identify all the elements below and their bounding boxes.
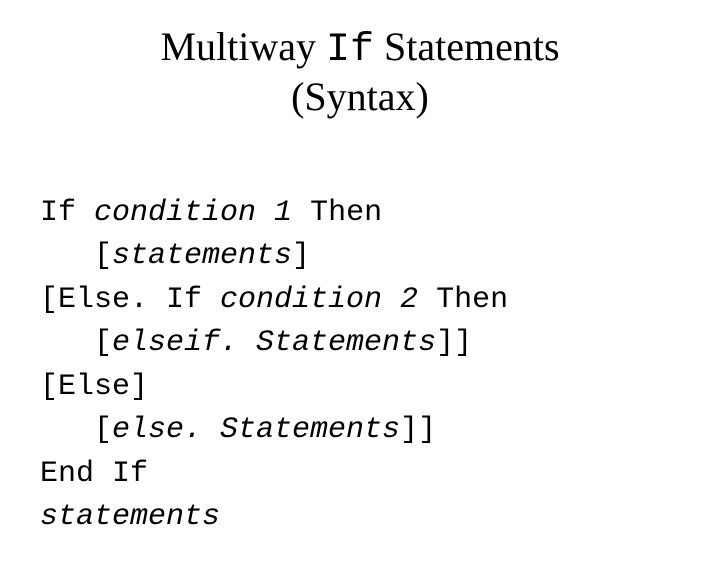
line-7: End If (40, 457, 148, 491)
kw-then-1: Then (292, 196, 382, 230)
br-close-1: ] (292, 239, 310, 273)
line-8: statements (40, 500, 220, 534)
stmts-2: elseif. Statements (112, 326, 436, 360)
stmts-3: else. Statements (112, 413, 400, 447)
kw-elseif: [Else. If (40, 283, 220, 317)
slide-title: Multiway If Statements (Syntax) (40, 24, 680, 120)
syntax-block: If condition 1 Then [statements] [Else. … (40, 148, 680, 583)
kw-endif: End If (40, 457, 148, 491)
line-6: [else. Statements]] (40, 413, 436, 447)
stmts-after: statements (40, 500, 220, 534)
slide: Multiway If Statements (Syntax) If condi… (0, 0, 720, 540)
br-open-3: [ (94, 413, 112, 447)
title-pre: Multiway (160, 24, 326, 69)
kw-if: If (40, 196, 94, 230)
line-2: [statements] (40, 239, 310, 273)
br-close-3: ]] (400, 413, 436, 447)
title-post: Statements (374, 24, 560, 69)
title-code: If (326, 28, 374, 73)
title-line2: (Syntax) (291, 74, 429, 119)
kw-else: [Else] (40, 370, 148, 404)
br-open-1: [ (94, 239, 112, 273)
line-3: [Else. If condition 2 Then (40, 283, 508, 317)
line-1: If condition 1 Then (40, 196, 382, 230)
cond2: condition 2 (220, 283, 418, 317)
line-4: [elseif. Statements]] (40, 326, 472, 360)
br-close-2: ]] (436, 326, 472, 360)
stmts-1: statements (112, 239, 292, 273)
line-5: [Else] (40, 370, 148, 404)
kw-then-2: Then (418, 283, 508, 317)
br-open-2: [ (94, 326, 112, 360)
cond1: condition 1 (94, 196, 292, 230)
